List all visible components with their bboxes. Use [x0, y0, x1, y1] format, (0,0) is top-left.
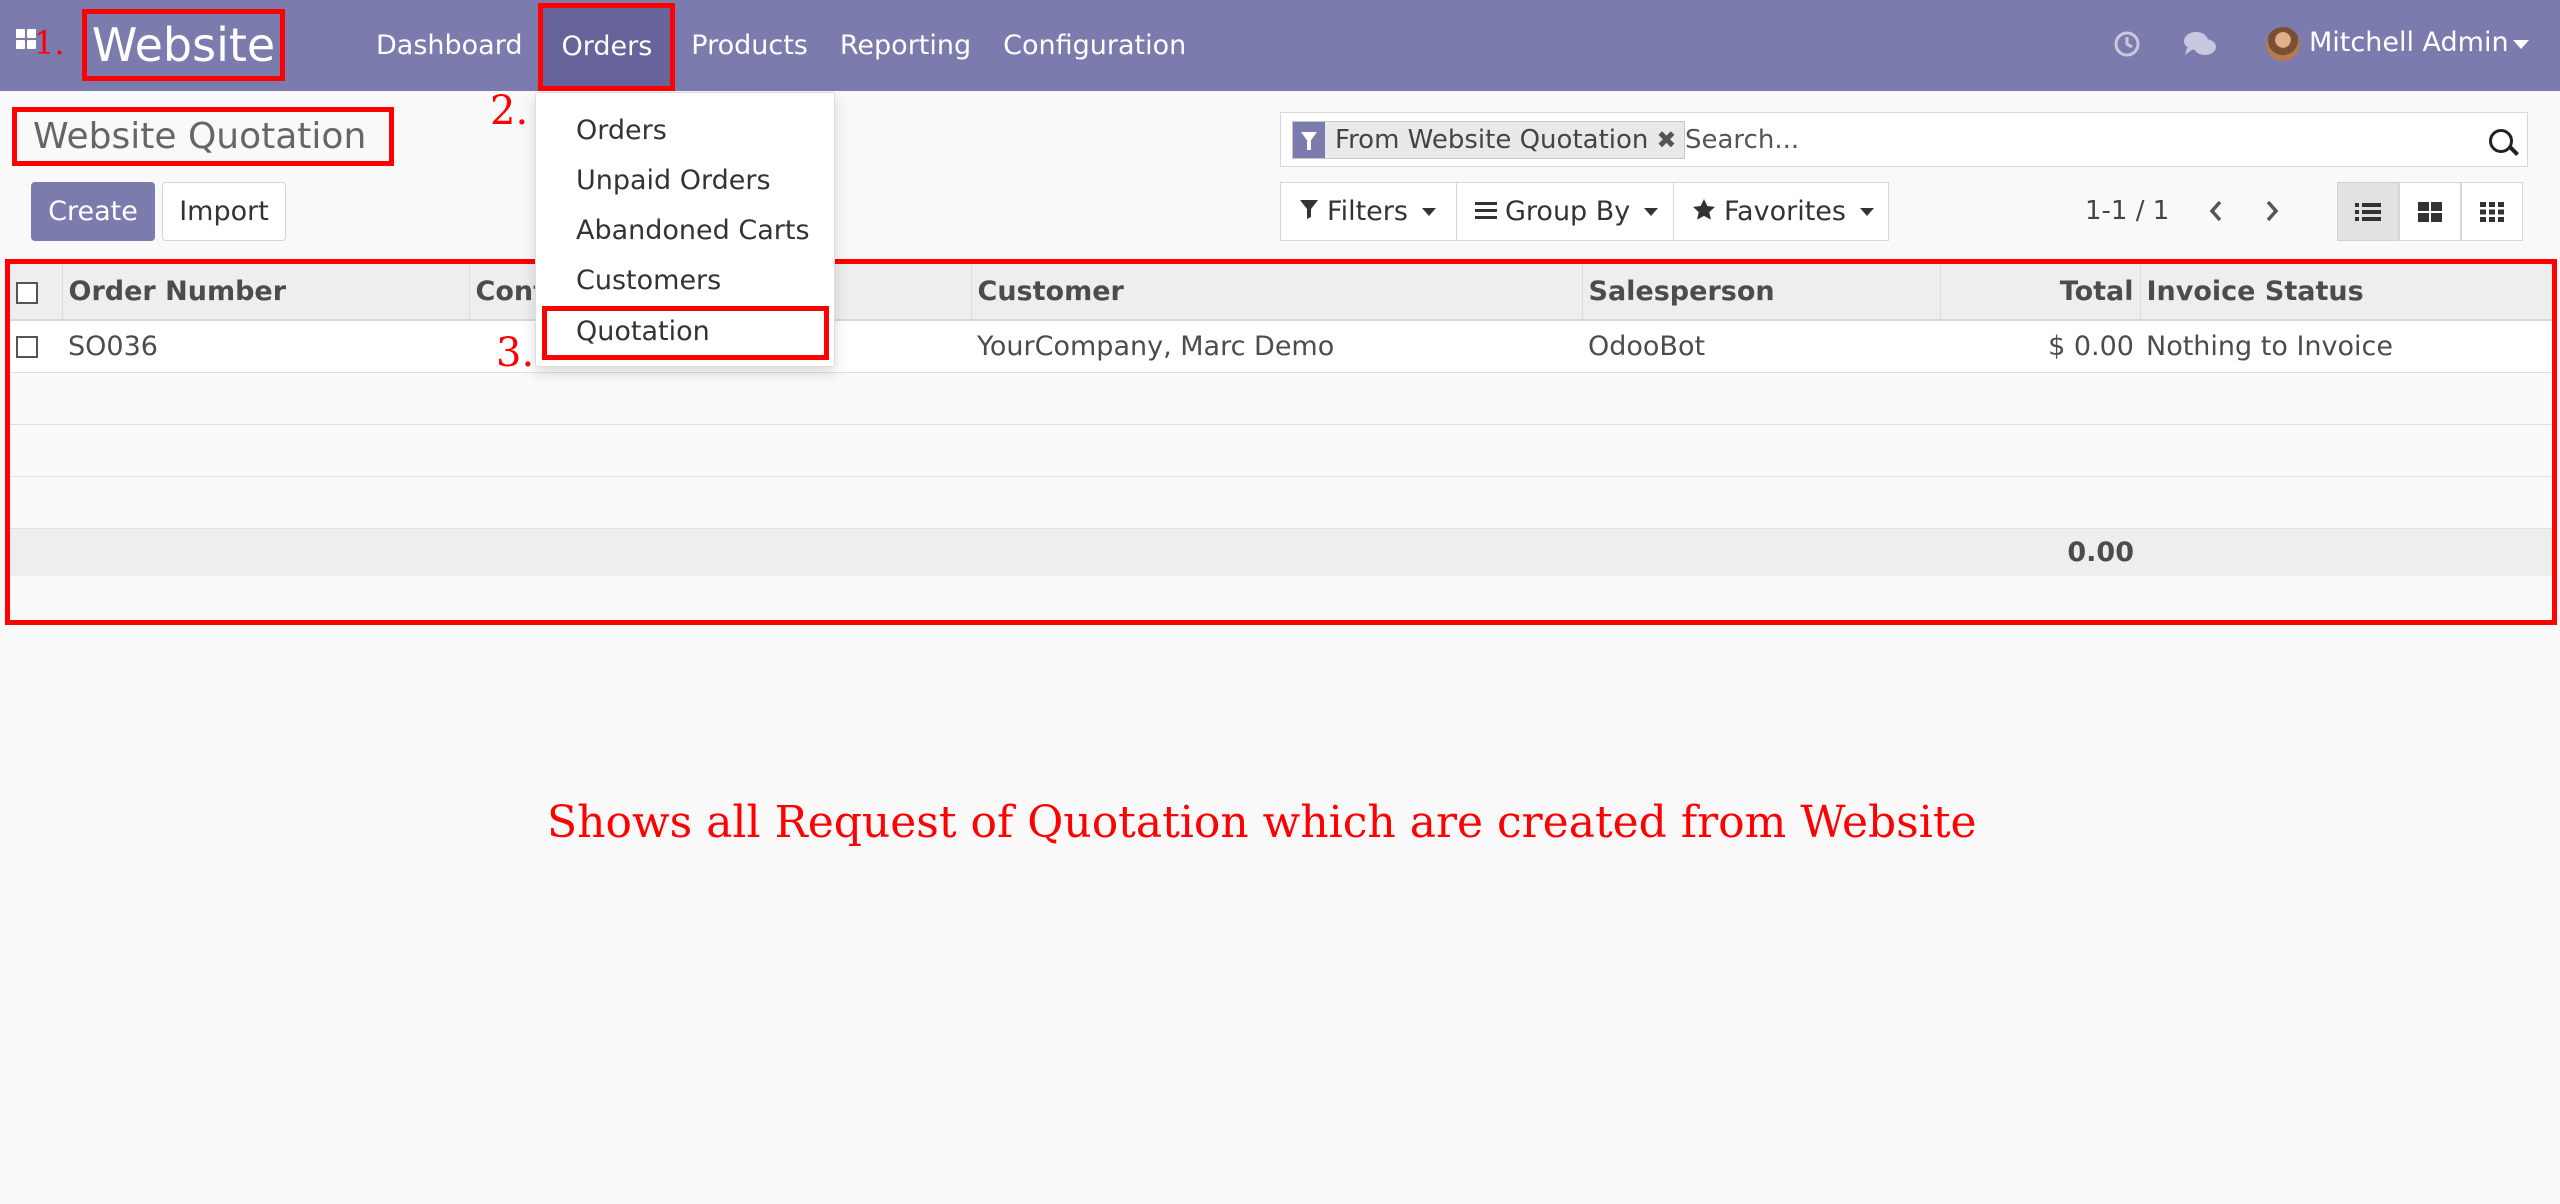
- facet-label: From Website Quotation: [1335, 125, 1649, 155]
- cell-invoice-status[interactable]: Nothing to Invoice: [2140, 320, 2552, 373]
- pager-value[interactable]: 1-1 / 1: [2085, 196, 2169, 226]
- activity-clock-icon[interactable]: [2113, 30, 2141, 58]
- orders-table: Order Number Conf Customer Salesperson T…: [10, 264, 2552, 576]
- column-customer[interactable]: Customer: [970, 264, 1582, 321]
- kanban-view-button[interactable]: [2399, 182, 2461, 241]
- create-button[interactable]: Create: [31, 182, 155, 241]
- menu-dashboard[interactable]: Dashboard: [360, 0, 538, 91]
- cell-salesperson[interactable]: OdooBot: [1582, 320, 1940, 373]
- list-view: Order Number Conf Customer Salesperson T…: [5, 259, 2557, 625]
- column-salesperson[interactable]: Salesperson: [1581, 264, 1940, 321]
- empty-row: [10, 424, 2552, 477]
- user-avatar[interactable]: [2266, 27, 2300, 61]
- empty-row: [10, 372, 2552, 425]
- filters-button[interactable]: Filters: [1280, 182, 1457, 241]
- favorites-label: Favorites: [1724, 196, 1846, 227]
- cell-order-number[interactable]: SO036: [62, 320, 469, 373]
- annotation-step-1: 1.: [34, 24, 65, 62]
- annotation-step-2: 2.: [490, 88, 529, 134]
- search-icon[interactable]: [2489, 129, 2513, 153]
- column-invoice-status[interactable]: Invoice Status: [2139, 264, 2552, 321]
- dropdown-item-abandoned-carts[interactable]: Abandoned Carts: [576, 215, 810, 246]
- chevron-down-icon: [1421, 207, 1436, 216]
- cell-total[interactable]: $ 0.00: [1940, 320, 2140, 373]
- search-facet: From Website Quotation ✖: [1292, 121, 1686, 159]
- search-bar[interactable]: From Website Quotation ✖: [1280, 112, 2528, 167]
- select-all-checkbox-cell[interactable]: [10, 264, 62, 321]
- menu-reporting[interactable]: Reporting: [824, 0, 987, 91]
- select-all-checkbox[interactable]: [16, 281, 38, 304]
- dropdown-item-quotation[interactable]: Quotation: [542, 306, 829, 360]
- dropdown-item-orders[interactable]: Orders: [576, 115, 667, 146]
- chat-icon[interactable]: [2183, 30, 2217, 60]
- chevron-down-icon[interactable]: [2513, 40, 2529, 49]
- grid-icon: [2480, 201, 2504, 222]
- dropdown-item-customers[interactable]: Customers: [576, 265, 721, 296]
- user-name[interactable]: Mitchell Admin: [2309, 27, 2509, 58]
- import-button[interactable]: Import: [162, 182, 286, 241]
- table-header-row: Order Number Conf Customer Salesperson T…: [10, 264, 2552, 321]
- star-icon: [1692, 196, 1716, 227]
- menu-configuration[interactable]: Configuration: [987, 0, 1202, 91]
- pager-next-icon[interactable]: [2264, 200, 2280, 226]
- table-footer-row: 0.00: [10, 528, 2552, 576]
- table-row[interactable]: SO036 YourCompany, Marc Demo OdooBot $ 0…: [10, 320, 2552, 373]
- favorites-button[interactable]: Favorites: [1673, 182, 1889, 241]
- column-total[interactable]: Total: [1939, 264, 2140, 321]
- filters-label: Filters: [1327, 196, 1408, 227]
- list-icon: [2355, 202, 2381, 221]
- bars-icon: [1475, 196, 1497, 227]
- menu-orders[interactable]: Orders: [538, 2, 676, 91]
- column-order-number[interactable]: Order Number: [61, 264, 469, 321]
- top-navbar: 1. Website Dashboard Orders Products Rep…: [0, 0, 2560, 91]
- cell-customer[interactable]: YourCompany, Marc Demo: [971, 320, 1582, 373]
- kanban-icon: [2418, 201, 2442, 222]
- page-title: Website Quotation: [12, 107, 394, 166]
- filter-icon: [1293, 122, 1325, 158]
- empty-row: [10, 476, 2552, 529]
- search-input[interactable]: [1685, 121, 2445, 159]
- group-by-button[interactable]: Group By: [1456, 182, 1674, 241]
- list-view-button[interactable]: [2337, 182, 2399, 241]
- grid-view-button[interactable]: [2461, 182, 2523, 241]
- close-icon[interactable]: ✖: [1656, 122, 1684, 158]
- footer-total: 0.00: [1940, 528, 2140, 576]
- orders-dropdown-menu: Orders Unpaid Orders Abandoned Carts Cus…: [535, 92, 835, 367]
- app-brand[interactable]: Website: [82, 9, 285, 81]
- group-by-label: Group By: [1505, 196, 1631, 227]
- dropdown-item-unpaid-orders[interactable]: Unpaid Orders: [576, 165, 771, 196]
- annotation-caption: Shows all Request of Quotation which are…: [547, 797, 1977, 848]
- filter-icon: [1299, 196, 1319, 227]
- main-menu: Dashboard Orders Products Reporting Conf…: [360, 0, 1202, 91]
- menu-products[interactable]: Products: [675, 0, 824, 91]
- pager-previous-icon[interactable]: [2208, 200, 2224, 226]
- row-checkbox-cell[interactable]: [10, 320, 62, 373]
- chevron-down-icon: [1644, 207, 1659, 216]
- chevron-down-icon: [1859, 207, 1874, 216]
- annotation-step-3: 3.: [496, 330, 535, 376]
- row-checkbox[interactable]: [16, 336, 38, 359]
